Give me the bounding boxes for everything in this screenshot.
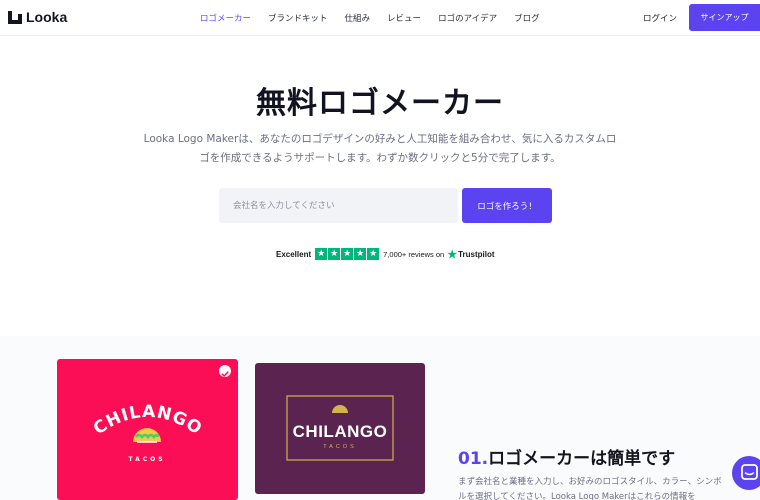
trustpilot-star-icon: ★ xyxy=(447,248,458,261)
login-link[interactable]: ログイン xyxy=(643,12,677,24)
looka-logo[interactable]: Looka xyxy=(8,9,67,25)
create-logo-button[interactable]: ロゴを作ろう！ xyxy=(462,188,552,223)
star-icon: ★ xyxy=(341,248,354,260)
signup-button[interactable]: サインアップ xyxy=(689,4,760,31)
feature-number: 01. xyxy=(458,449,489,469)
chilango-arched-logo: CHILANGO TACOS xyxy=(90,402,205,463)
feature-description: まず会社名と業種を入力し、お好みのロゴスタイル、カラー、シンボルを選択してくださ… xyxy=(458,477,722,500)
chat-icon xyxy=(741,464,758,480)
nav-link-reviews[interactable]: レビュー xyxy=(387,12,421,24)
example-logo-card-selected[interactable]: CHILANGO TACOS xyxy=(57,359,238,500)
star-icon: ★ xyxy=(354,248,367,260)
star-icon: ★ xyxy=(328,248,341,260)
example-logo-card[interactable]: CHILANGO TACOS xyxy=(255,363,425,494)
nav-link-logo-ideas[interactable]: ロゴのアイデア xyxy=(438,12,497,24)
trustpilot-rating-label: Excellent xyxy=(276,249,312,259)
nav-link-logo-maker[interactable]: ロゴメーカー xyxy=(200,12,251,24)
nav-link-blog[interactable]: ブログ xyxy=(514,12,540,24)
logo-text: Looka xyxy=(26,9,68,25)
logo1-sub: TACOS xyxy=(128,456,165,463)
feature-title: ロゴメーカーは簡単です xyxy=(488,449,676,469)
company-name-input[interactable] xyxy=(219,188,458,223)
trustpilot-review-count: 7,000+ reviews on xyxy=(383,249,445,259)
feature-heading: 01.ロゴメーカーは簡単です xyxy=(458,444,675,469)
trustpilot-brand: Trustpilot xyxy=(458,249,495,259)
nav-link-how-it-works[interactable]: 仕組み xyxy=(345,12,371,24)
taco-icon xyxy=(332,405,348,413)
hero-subtitle: Looka Logo Makerは、あなたのロゴデザインの好みと人工知能を組み合… xyxy=(143,133,617,164)
taco-icon xyxy=(133,428,161,443)
top-navbar: Looka ロゴメーカー ブランドキット 仕組み レビュー ロゴのアイデア ブロ… xyxy=(0,0,760,36)
star-icon: ★ xyxy=(315,248,328,260)
looka-logo-icon xyxy=(8,10,22,24)
trustpilot-logo: ★ Trustpilot xyxy=(447,248,494,261)
trustpilot-stars: ★ ★ ★ ★ ★ xyxy=(315,248,380,260)
logo2-sub: TACOS xyxy=(323,444,357,450)
star-icon: ★ xyxy=(367,248,380,260)
chilango-framed-logo: CHILANGO TACOS xyxy=(286,395,394,461)
page-title: 無料ロゴメーカー xyxy=(256,86,504,121)
chat-button[interactable] xyxy=(732,456,760,490)
nav-link-brand-kit[interactable]: ブランドキット xyxy=(268,12,328,24)
selected-check-icon xyxy=(219,365,231,377)
nav-links: ロゴメーカー ブランドキット 仕組み レビュー ロゴのアイデア ブログ xyxy=(200,12,557,24)
trustpilot-widget[interactable]: Excellent ★ ★ ★ ★ ★ 7,000+ reviews on ★ … xyxy=(276,248,495,261)
logo2-name: CHILANGO xyxy=(293,422,388,441)
